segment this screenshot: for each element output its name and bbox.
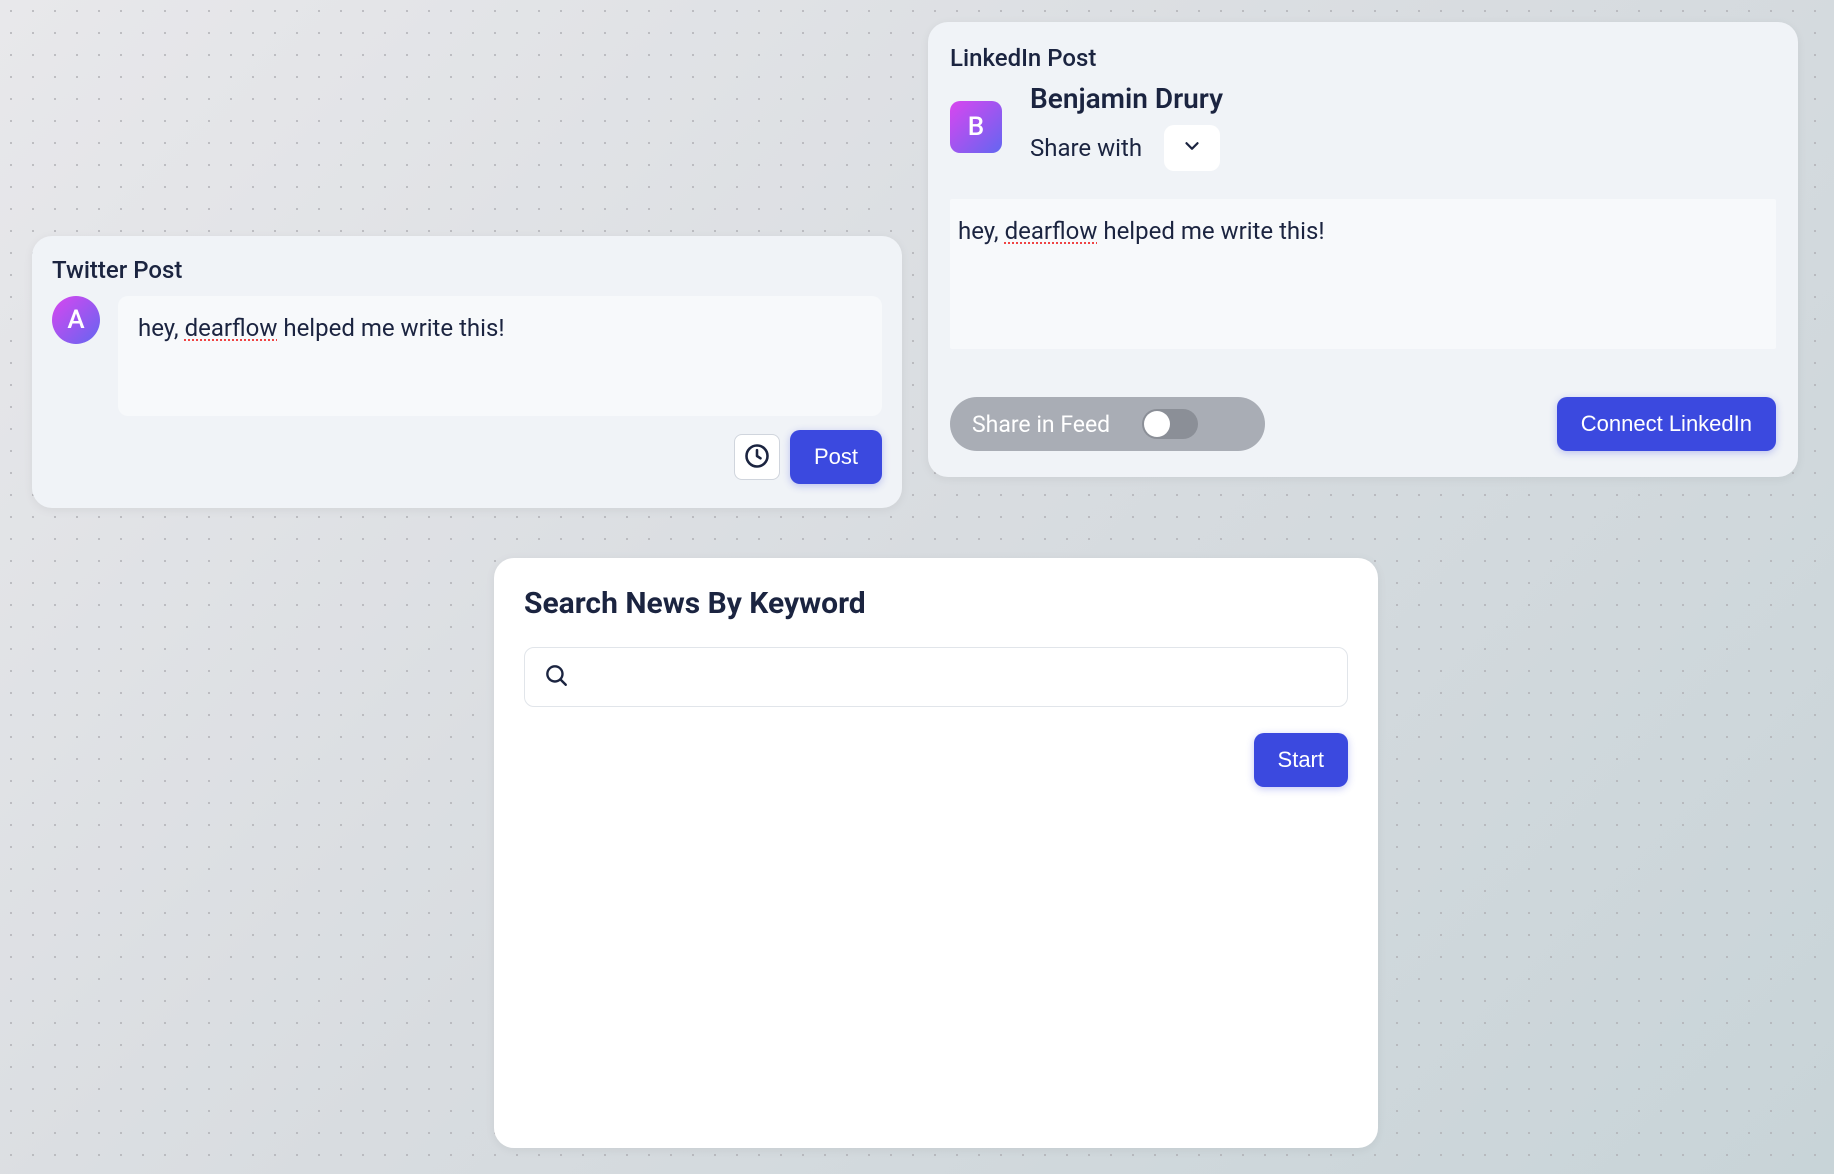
linkedin-text-prefix: hey, <box>958 217 1005 245</box>
search-input[interactable] <box>581 664 1329 690</box>
share-in-feed-label: Share in Feed <box>972 411 1110 438</box>
toggle-thumb <box>1144 411 1170 437</box>
schedule-button[interactable] <box>734 434 780 480</box>
linkedin-user-name: Benjamin Drury <box>1030 82 1223 115</box>
search-input-wrapper[interactable] <box>524 647 1348 707</box>
clock-icon <box>743 442 771 473</box>
search-news-card: Search News By Keyword Start <box>494 558 1378 1148</box>
twitter-text-prefix: hey, <box>138 314 185 342</box>
twitter-post-button[interactable]: Post <box>790 430 882 484</box>
share-in-feed-toggle-container: Share in Feed <box>950 397 1265 451</box>
twitter-card-title: Twitter Post <box>52 256 882 284</box>
search-start-button[interactable]: Start <box>1254 733 1348 787</box>
twitter-textarea[interactable]: hey, dearflow helped me write this! <box>118 296 882 416</box>
share-with-dropdown[interactable] <box>1164 125 1220 171</box>
linkedin-card-title: LinkedIn Post <box>950 44 1776 72</box>
twitter-text-suffix: helped me write this! <box>277 314 504 342</box>
linkedin-textarea[interactable]: hey, dearflow helped me write this! <box>950 199 1776 349</box>
twitter-avatar: A <box>52 296 100 344</box>
linkedin-text-suffix: helped me write this! <box>1097 217 1324 245</box>
linkedin-text-spell: dearflow <box>1005 217 1098 245</box>
linkedin-post-card: LinkedIn Post B Benjamin Drury Share wit… <box>928 22 1798 477</box>
twitter-text-spell: dearflow <box>185 314 278 342</box>
search-card-title: Search News By Keyword <box>524 586 1348 621</box>
connect-linkedin-button[interactable]: Connect LinkedIn <box>1557 397 1776 451</box>
share-with-label: Share with <box>1030 134 1142 162</box>
share-in-feed-toggle[interactable] <box>1142 409 1198 439</box>
linkedin-avatar: B <box>950 101 1002 153</box>
chevron-down-icon <box>1181 135 1203 161</box>
twitter-post-card: Twitter Post A hey, dearflow helped me w… <box>32 236 902 508</box>
search-icon <box>543 662 569 692</box>
